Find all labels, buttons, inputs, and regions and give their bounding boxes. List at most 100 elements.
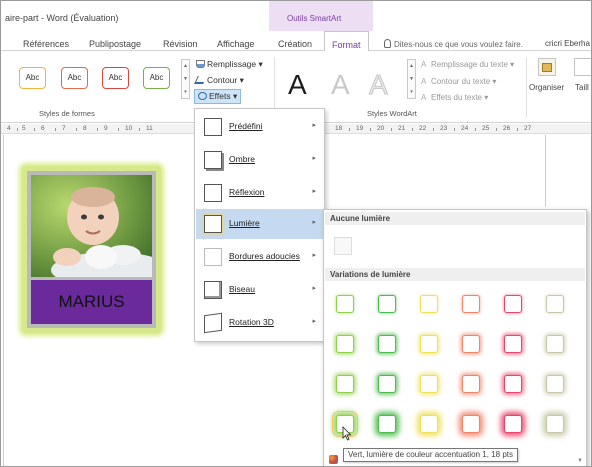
glow-variation-swatch[interactable]	[378, 415, 396, 433]
glow-variation-swatch[interactable]	[378, 295, 396, 313]
size-icon[interactable]	[574, 58, 591, 76]
glow-variation-swatch[interactable]	[504, 335, 522, 353]
scroll-down-icon[interactable]: ▼	[577, 458, 583, 464]
bevel-icon	[204, 281, 222, 299]
glow-variation-swatch[interactable]	[420, 375, 438, 393]
ruler-number: 20	[377, 125, 385, 132]
glow-variations-header: Variations de lumière	[325, 268, 585, 281]
menu-item-3d-rotation[interactable]: Rotation 3D ▸	[196, 308, 324, 338]
shape-effects-button[interactable]: Effets ▾	[194, 89, 242, 104]
glow-submenu: Aucune lumière Variations de lumière Aut…	[323, 209, 587, 466]
smartart-picture-frame[interactable]: MARIUS	[22, 166, 161, 333]
wordart-style-1[interactable]: A	[288, 69, 307, 101]
ruler-number: 5	[22, 125, 26, 132]
tab-view[interactable]: Affichage	[217, 39, 254, 49]
glow-variation-swatch[interactable]	[462, 415, 480, 433]
glow-tooltip: Vert, lumière de couleur accentuation 1,…	[343, 448, 518, 462]
menu-item-bevel[interactable]: Biseau ▸	[196, 275, 324, 305]
glow-variation-swatch[interactable]	[462, 295, 480, 313]
glow-variation-swatch[interactable]	[378, 375, 396, 393]
glow-variation-swatch[interactable]	[336, 335, 354, 353]
wordart-style-2[interactable]: A	[331, 69, 350, 101]
ruler-tick	[17, 128, 18, 131]
wordart-style-3[interactable]: A	[369, 69, 389, 101]
page-margin-line	[545, 135, 546, 207]
menu-item-label: Ombre	[229, 154, 255, 164]
glow-variation-swatch[interactable]	[546, 375, 564, 393]
shape-outline-button[interactable]: Contour ▾	[194, 75, 244, 86]
shape-style-3[interactable]: Abc	[102, 67, 129, 89]
glow-variation-swatch[interactable]	[420, 415, 438, 433]
mouse-cursor-icon	[342, 426, 352, 441]
user-name[interactable]: cricri Eberha	[545, 39, 590, 48]
menu-item-shadow[interactable]: Ombre ▸	[196, 145, 324, 175]
frame-inner: MARIUS	[27, 171, 156, 328]
arrange-button[interactable]: Organiser	[529, 83, 564, 92]
lightbulb-icon	[384, 39, 391, 48]
text-outline-button[interactable]: A Contour du texte ▾	[421, 77, 496, 86]
ruler-number: 8	[83, 125, 87, 132]
ribbon-tabs: Références Publipostage Révision Afficha…	[1, 31, 591, 52]
tab-mailings[interactable]: Publipostage	[89, 39, 141, 49]
menu-item-soft-edges[interactable]: Bordures adoucies ▸	[196, 242, 324, 272]
glow-variation-swatch[interactable]	[462, 375, 480, 393]
pen-icon	[194, 76, 207, 84]
submenu-arrow-icon: ▸	[312, 219, 316, 226]
glow-variation-swatch[interactable]	[546, 335, 564, 353]
glow-variation-swatch[interactable]	[504, 295, 522, 313]
arrange-icon[interactable]	[538, 58, 556, 76]
glow-variation-swatch[interactable]	[504, 415, 522, 433]
glow-icon	[204, 215, 222, 233]
ruler-tick	[517, 128, 518, 131]
glow-variation-swatch[interactable]	[546, 415, 564, 433]
text-fill-label: Remplissage du texte	[431, 60, 508, 69]
tab-format[interactable]: Format	[324, 31, 369, 52]
menu-item-preset[interactable]: Prédéfini ▸	[196, 112, 324, 142]
ruler-number: 19	[356, 125, 364, 132]
wordart-scroll[interactable]: ▲ ▼ ▾	[407, 59, 416, 99]
effects-menu: Prédéfini ▸ Ombre ▸ Réflexion ▸ Lumière …	[194, 108, 325, 342]
shape-style-4[interactable]: Abc	[143, 67, 170, 89]
preset-icon	[204, 118, 222, 136]
text-effects-button[interactable]: A Effets du texte ▾	[421, 93, 488, 102]
tell-me-search[interactable]: Dites-nous ce que vous voulez faire.	[384, 39, 523, 49]
baby-photo	[31, 175, 152, 277]
ruler-tick	[391, 128, 392, 131]
menu-item-label: Bordures adoucies	[229, 251, 300, 261]
ruler-number: 4	[7, 125, 11, 132]
no-glow-header: Aucune lumière	[325, 212, 585, 225]
menu-item-label: Réflexion	[229, 187, 265, 197]
shape-styles-scroll[interactable]: ▲ ▼ ▾	[181, 59, 190, 99]
menu-item-reflection[interactable]: Réflexion ▸	[196, 178, 324, 208]
glow-variation-swatch[interactable]	[462, 335, 480, 353]
tab-review[interactable]: Révision	[163, 39, 198, 49]
glow-variation-swatch[interactable]	[378, 335, 396, 353]
name-text-box[interactable]: MARIUS	[31, 280, 152, 324]
tab-references[interactable]: Références	[23, 39, 69, 49]
glow-variation-swatch[interactable]	[504, 375, 522, 393]
ruler-tick	[97, 128, 98, 131]
glow-variation-swatch[interactable]	[420, 335, 438, 353]
glow-variation-swatch[interactable]	[336, 375, 354, 393]
ruler-tick	[475, 128, 476, 131]
shape-style-1[interactable]: Abc	[19, 67, 46, 89]
shape-fill-button[interactable]: Remplissage ▾	[196, 59, 263, 70]
text-fill-button[interactable]: A Remplissage du texte ▾	[421, 60, 514, 69]
ruler-tick	[496, 128, 497, 131]
ruler-number: 21	[398, 125, 406, 132]
glow-variation-swatch[interactable]	[336, 295, 354, 313]
size-button[interactable]: Taill	[575, 83, 589, 92]
gallery-more-icon: ▾	[184, 89, 187, 95]
tab-design[interactable]: Création	[278, 39, 312, 49]
no-glow-option[interactable]	[334, 237, 352, 255]
glow-variation-swatch[interactable]	[546, 295, 564, 313]
text-fill-icon: A	[421, 60, 427, 69]
menu-item-glow[interactable]: Lumière ▸	[196, 209, 324, 239]
outline-label: Contour	[207, 75, 238, 85]
shape-style-2[interactable]: Abc	[61, 67, 88, 89]
ruler-number: 24	[461, 125, 469, 132]
ruler-number: 7	[62, 125, 66, 132]
glow-variation-swatch[interactable]	[420, 295, 438, 313]
menu-item-label: Prédéfini	[229, 121, 263, 131]
ruler-number: 6	[41, 125, 45, 132]
